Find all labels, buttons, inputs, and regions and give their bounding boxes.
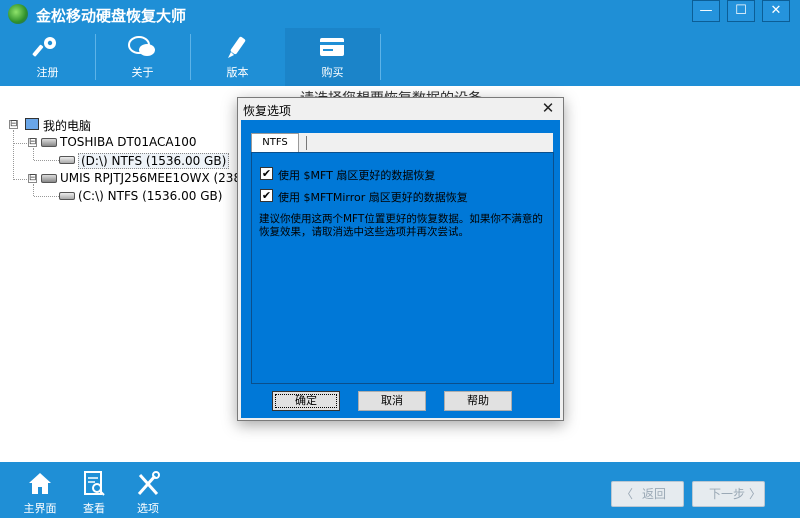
version-label: 版本 [226,66,249,79]
recovery-hint-text: 建议你使用这两个MFT位置更好的恢复数据。如果你不满意的恢复效果，请取消选中这些… [259,213,543,238]
toolbar-separator [380,34,381,80]
about-button[interactable]: 关于 [95,28,190,86]
pen-icon [228,36,246,58]
options-label: 选项 [137,502,159,515]
cancel-button[interactable]: 取消 [358,391,426,411]
home-icon [29,473,51,494]
view-label: 查看 [83,502,105,515]
tree-line [34,196,59,197]
tab-divider [306,136,307,150]
mft-option-label: 使用 $MFT 扇区更好的数据恢复 [278,169,436,182]
partition-icon [59,192,75,200]
back-label: 返回 [642,487,667,501]
view-button[interactable]: 查看 [68,462,120,518]
hard-disk-icon [41,138,57,147]
hard-disk-icon [41,174,57,183]
mftmirror-option-label: 使用 $MFTMirror 扇区更好的数据恢复 [278,191,468,204]
purchase-button[interactable]: 购买 [285,28,380,86]
app-logo-icon [8,4,28,24]
disk-label[interactable]: UMIS RPJTJ256MEE1OWX (238.47 [60,171,260,185]
options-button[interactable]: 选项 [122,462,174,518]
purchase-label: 购买 [321,66,344,79]
tree-line [13,130,14,180]
tree-line [33,184,34,196]
close-button[interactable]: ✕ [762,0,790,22]
tree-expander[interactable]: ⊟ [28,174,37,183]
ok-button[interactable]: 确定 [272,391,340,411]
register-button[interactable]: 注册 [0,28,95,86]
purchase-icon [320,38,344,56]
home-button[interactable]: 主界面 [14,462,66,518]
tree-line [14,179,29,180]
about-label: 关于 [131,66,154,79]
tree-root-label[interactable]: 我的电脑 [43,117,91,134]
register-label: 注册 [36,66,59,79]
version-button[interactable]: 版本 [190,28,285,86]
toolbar: 注册 关于 版本 购买 [0,28,800,86]
tools-icon [137,471,160,496]
chat-bubbles-icon [128,36,155,56]
chevron-left-icon: 〈 [621,487,634,501]
maximize-button[interactable]: ☐ [727,0,755,22]
tab-ntfs[interactable]: NTFS [251,133,299,152]
minimize-button[interactable]: — [692,0,720,22]
dialog-close-icon[interactable]: ✕ [539,99,557,117]
tree-line [34,160,59,161]
tree-line [14,143,29,144]
tree-expander[interactable]: ⊟ [28,138,37,147]
help-button[interactable]: 帮助 [444,391,512,411]
partition-label[interactable]: (D:\) NTFS (1536.00 GB) [78,153,230,169]
tree-expander[interactable]: ⊟ [9,120,18,129]
dialog-body: NTFS ✔ 使用 $MFT 扇区更好的数据恢复 ✔ 使用 $MFTMirror… [241,120,560,418]
tree-line [33,148,34,160]
recovery-options-dialog: 恢复选项 ✕ NTFS ✔ 使用 $MFT 扇区更好的数据恢复 ✔ 使用 $MF… [237,97,564,421]
title-bar: 金松移动硬盘恢复大师 — ☐ ✕ [0,0,800,28]
partition-label[interactable]: (C:\) NTFS (1536.00 GB) [78,189,222,203]
mft-checkbox[interactable]: ✔ [260,167,273,180]
home-label: 主界面 [23,502,57,515]
next-button[interactable]: 下一步 〉 [692,481,765,507]
view-icon [84,471,105,496]
disk-label[interactable]: TOSHIBA DT01ACA100 [60,135,197,149]
dialog-title: 恢复选项 [243,104,292,118]
key-icon [32,37,56,57]
next-label: 下一步 [709,487,746,501]
app-title: 金松移动硬盘恢复大师 [36,7,187,25]
back-button[interactable]: 〈 返回 [611,481,684,507]
computer-icon [25,118,39,130]
tab-strip: NTFS [251,133,553,152]
partition-icon [59,156,75,164]
chevron-right-icon: 〉 [749,487,762,501]
mftmirror-checkbox[interactable]: ✔ [260,189,273,202]
ntfs-options-panel: ✔ 使用 $MFT 扇区更好的数据恢复 ✔ 使用 $MFTMirror 扇区更好… [251,152,554,384]
